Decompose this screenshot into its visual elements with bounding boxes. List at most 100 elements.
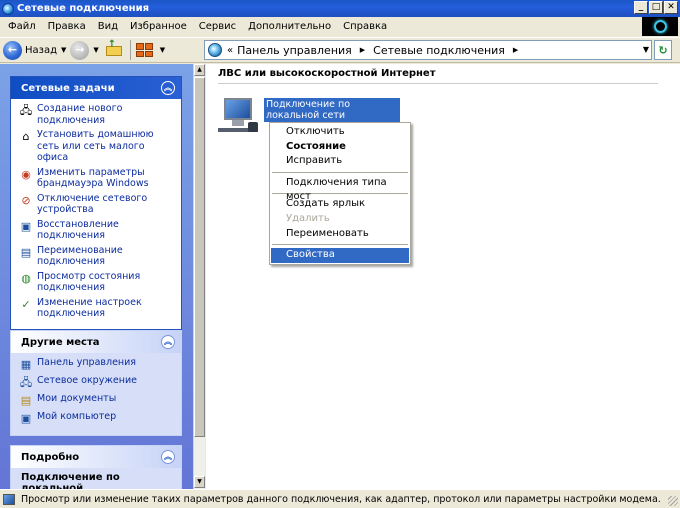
network-tasks-title: Сетевые задачи <box>21 82 115 94</box>
maximize-button[interactable]: □ <box>649 1 663 14</box>
group-title: ЛВС или высокоскоростной Интернет <box>218 68 436 79</box>
back-label: Назад <box>25 44 58 56</box>
expand-icon[interactable]: ︽ <box>161 450 175 464</box>
back-button[interactable]: ← Назад <box>3 40 58 60</box>
windows-logo <box>642 17 678 36</box>
title-bar: Сетевые подключения _ □ ✕ <box>0 0 680 17</box>
place-label: Сетевое окружение <box>37 375 137 386</box>
repair-icon: ▣ <box>20 219 32 233</box>
network-status-icon <box>3 493 15 505</box>
task-status[interactable]: ◍ Просмотр состояния подключения <box>19 271 177 294</box>
minimize-button[interactable]: _ <box>634 1 648 14</box>
place-control-panel[interactable]: ▦ Панель управления <box>19 357 177 372</box>
control-panel-icon: ▦ <box>20 358 32 371</box>
go-button[interactable]: ↻ <box>654 40 672 60</box>
network-places-icon: 🖧 <box>19 376 33 389</box>
forward-dropdown-icon[interactable]: ▼ <box>93 46 98 54</box>
up-folder-button[interactable]: ↑ <box>105 40 124 57</box>
settings-icon: ✓ <box>21 297 31 311</box>
task-repair[interactable]: ▣ Восстановление подключения <box>19 219 177 242</box>
task-label: Изменить параметры брандмауэра Windows <box>37 166 149 190</box>
menu-help[interactable]: Справка <box>337 21 393 32</box>
menu-tools[interactable]: Сервис <box>193 21 242 32</box>
status-bar: Просмотр или изменение таких параметров … <box>0 489 680 508</box>
menu-properties[interactable]: Свойства <box>271 248 409 263</box>
menu-disconnect[interactable]: Отключить <box>271 125 409 140</box>
task-disable-device[interactable]: ⊘ Отключение сетевого устройства <box>19 193 177 216</box>
place-my-computer[interactable]: ▣ Мой компьютер <box>19 411 177 426</box>
my-computer-icon: ▣ <box>20 412 32 425</box>
menu-rename[interactable]: Переименовать <box>271 227 409 242</box>
collapse-icon[interactable]: ︽ <box>161 81 175 95</box>
menu-file[interactable]: Файл <box>2 21 42 32</box>
scroll-down-button[interactable]: ▼ <box>194 476 205 488</box>
menu-favorites[interactable]: Избранное <box>124 21 193 32</box>
other-places-title: Другие места <box>21 336 100 348</box>
collapse-icon[interactable]: ︽ <box>161 335 175 349</box>
toolbar-separator <box>129 40 131 60</box>
window-title: Сетевые подключения <box>17 3 150 14</box>
task-rename[interactable]: ▤ Переименование подключения <box>19 245 177 268</box>
menu-advanced[interactable]: Дополнительно <box>242 21 337 32</box>
address-bar[interactable]: « Панель управления ▶ Сетевые подключени… <box>204 40 652 60</box>
menu-delete: Удалить <box>286 212 330 224</box>
disable-device-icon: ⊘ <box>21 193 31 207</box>
lan-connection-label[interactable]: Подключение по локальной сети <box>264 98 400 122</box>
network-tasks-list: 🖧 Создание нового подключения ⌂ Установи… <box>11 99 181 329</box>
task-label: Отключение сетевого устройства <box>37 192 148 216</box>
menu-separator <box>272 171 408 173</box>
scroll-thumb[interactable] <box>194 77 205 437</box>
address-globe-icon <box>208 43 222 57</box>
task-settings[interactable]: ✓ Изменение настроек подключения <box>19 297 177 320</box>
details-title: Подробно <box>21 451 80 463</box>
logo-ring-icon <box>653 20 667 33</box>
address-chevron-icon[interactable]: « <box>227 45 233 56</box>
status-icon: ◍ <box>21 271 31 285</box>
menu-edit[interactable]: Правка <box>42 21 92 32</box>
place-label: Мои документы <box>37 393 117 404</box>
other-places-header[interactable]: Другие места ︽ <box>11 331 181 353</box>
breadcrumb-arrow-icon[interactable]: ▶ <box>360 46 365 54</box>
forward-button[interactable]: → <box>70 40 90 60</box>
other-places-panel: Другие места ︽ ▦ Панель управления 🖧 Сет… <box>10 330 182 436</box>
close-button[interactable]: ✕ <box>664 1 678 14</box>
lan-connection-icon[interactable] <box>218 98 260 134</box>
breadcrumb-network-connections[interactable]: Сетевые подключения <box>373 44 505 57</box>
views-button[interactable] <box>135 43 154 57</box>
task-firewall[interactable]: ◉ Изменить параметры брандмауэра Windows <box>19 167 177 190</box>
network-folder-icon <box>2 2 14 15</box>
address-dropdown-icon[interactable]: ▼ <box>643 45 649 54</box>
group-divider <box>218 83 658 84</box>
task-home-network[interactable]: ⌂ Установить домашнюю сеть или сеть мало… <box>19 129 177 164</box>
task-pane-scrollbar[interactable]: ▲ ▼ <box>193 64 205 489</box>
context-menu: Отключить Состояние Исправить Подключени… <box>269 122 411 265</box>
place-network-places[interactable]: 🖧 Сетевое окружение <box>19 375 177 390</box>
views-dropdown-icon[interactable]: ▼ <box>160 46 165 54</box>
network-tasks-header[interactable]: Сетевые задачи ︽ <box>11 77 181 99</box>
menu-separator <box>272 244 408 246</box>
menu-bridge[interactable]: Подключения типа мост <box>271 176 409 203</box>
status-text: Просмотр или изменение таких параметров … <box>21 493 661 505</box>
menu-status[interactable]: Состояние <box>271 140 409 155</box>
menu-repair[interactable]: Исправить <box>271 154 409 169</box>
place-label: Панель управления <box>37 357 137 368</box>
back-dropdown-icon[interactable]: ▼ <box>61 46 66 54</box>
place-my-documents[interactable]: ▤ Мои документы <box>19 393 177 408</box>
details-header[interactable]: Подробно ︽ <box>11 446 181 468</box>
details-text: Подключение по локальной <box>11 468 181 489</box>
menu-view[interactable]: Вид <box>92 21 124 32</box>
details-panel: Подробно ︽ Подключение по локальной <box>10 445 182 489</box>
other-places-list: ▦ Панель управления 🖧 Сетевое окружение … <box>11 353 181 435</box>
task-label: Восстановление подключения <box>37 218 119 242</box>
resize-grip-icon[interactable] <box>668 496 678 506</box>
my-documents-icon: ▤ <box>20 394 32 407</box>
network-tasks-panel: Сетевые задачи ︽ 🖧 Создание нового подкл… <box>10 76 182 330</box>
menu-create-shortcut[interactable]: Создать ярлык <box>271 197 409 212</box>
menu-bar: Файл Правка Вид Избранное Сервис Дополни… <box>0 17 640 36</box>
task-new-connection[interactable]: 🖧 Создание нового подключения <box>19 103 177 126</box>
breadcrumb-arrow-icon[interactable]: ▶ <box>513 46 518 54</box>
breadcrumb-control-panel[interactable]: Панель управления <box>237 44 352 57</box>
place-label: Мой компьютер <box>37 411 117 422</box>
task-label: Просмотр состояния подключения <box>37 270 141 294</box>
scroll-up-button[interactable]: ▲ <box>194 64 205 76</box>
